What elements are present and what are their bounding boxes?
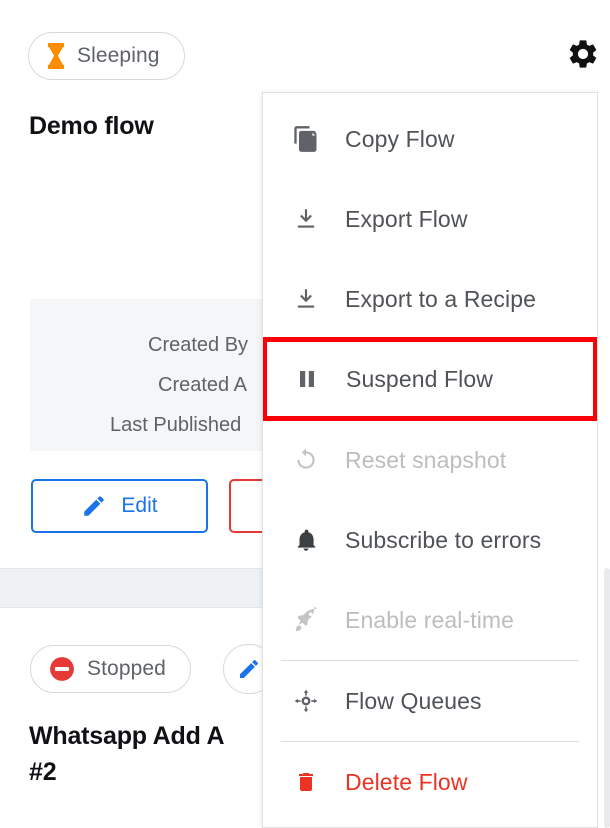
flow-title: Demo flow	[29, 112, 154, 140]
edit-button-label: Edit	[121, 494, 158, 517]
hub-icon	[289, 688, 323, 714]
hourglass-icon	[47, 43, 65, 69]
status-badge-sleeping[interactable]: Sleeping	[28, 32, 185, 80]
pause-icon-svg	[300, 371, 314, 387]
rocket-icon	[289, 606, 323, 634]
copy-icon	[289, 125, 323, 153]
rocket-icon-svg	[295, 606, 317, 632]
menu-item-suspend-flow[interactable]: Suspend Flow	[263, 337, 597, 421]
hourglass-icon-svg	[48, 43, 64, 69]
download-icon	[289, 206, 323, 232]
trash-icon-svg	[299, 773, 313, 791]
settings-gear-button[interactable]	[563, 34, 603, 74]
menu-item-enable-real-time[interactable]: Enable real-time	[263, 580, 597, 660]
meta-label-last-published: Last Published	[110, 413, 242, 436]
download-icon	[289, 286, 323, 312]
status-badge-stopped[interactable]: Stopped	[30, 645, 191, 693]
meta-label-created-at: Created A	[158, 373, 247, 396]
menu-item-label: Enable real-time	[345, 606, 515, 633]
pencil-icon	[84, 496, 105, 516]
gear-icon	[569, 40, 597, 68]
menu-item-subscribe-to-errors[interactable]: Subscribe to errors	[263, 500, 597, 580]
menu-item-delete-flow[interactable]: Delete Flow	[263, 742, 597, 822]
bell-icon	[289, 527, 323, 553]
menu-item-label: Export to a Recipe	[345, 285, 537, 312]
menu-item-label: Export Flow	[345, 205, 468, 232]
hub-icon-svg	[294, 689, 318, 713]
menu-item-flow-queues[interactable]: Flow Queues	[263, 661, 597, 741]
menu-item-reset-snapshot[interactable]: Reset snapshot	[263, 420, 597, 500]
menu-item-label: Copy Flow	[345, 125, 455, 152]
trash-icon	[289, 770, 323, 794]
pencil-icon	[240, 660, 258, 678]
status-badge-label: Stopped	[87, 657, 166, 680]
menu-item-label: Subscribe to errors	[345, 526, 542, 553]
download-icon-svg	[297, 209, 315, 228]
refresh-icon-svg	[297, 448, 315, 469]
refresh-icon	[289, 447, 323, 473]
stop-circle-icon	[49, 656, 75, 682]
menu-item-export-flow[interactable]: Export Flow	[263, 179, 597, 259]
bell-icon-svg	[297, 529, 316, 551]
menu-item-copy-flow[interactable]: Copy Flow	[263, 99, 597, 179]
status-badge-label: Sleeping	[77, 44, 160, 67]
stop-circle-icon-svg	[50, 657, 74, 681]
menu-item-export-to-a-recipe[interactable]: Export to a Recipe	[263, 259, 597, 339]
menu-item-label: Reset snapshot	[345, 446, 507, 473]
meta-label-created-by: Created By	[148, 333, 249, 356]
menu-item-label: Delete Flow	[345, 768, 468, 795]
page-scrollbar[interactable]	[604, 0, 610, 828]
flow-actions-dropdown[interactable]: Copy Flow Export Flow Export to a Recipe	[262, 92, 598, 828]
menu-item-label: Flow Queues	[345, 687, 482, 714]
pause-icon	[290, 367, 324, 391]
page-scrollbar-thumb[interactable]	[604, 568, 610, 828]
edit-button[interactable]: Edit	[31, 479, 208, 533]
download-icon-svg	[297, 289, 315, 308]
menu-item-label: Suspend Flow	[346, 365, 493, 392]
copy-icon-svg	[294, 126, 317, 152]
